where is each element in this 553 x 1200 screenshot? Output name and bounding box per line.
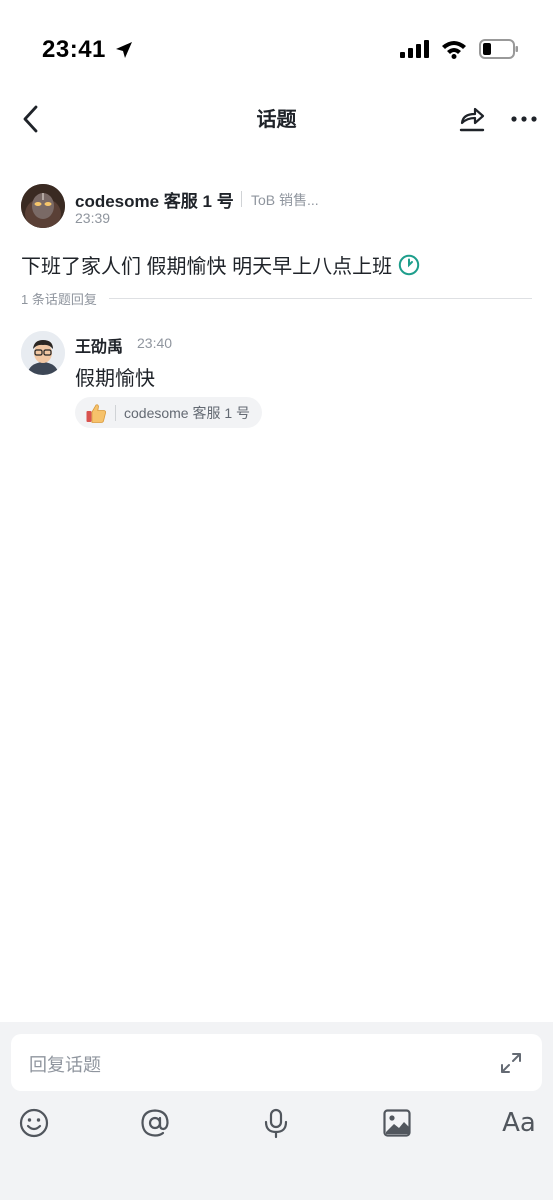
reply-timestamp: 23:40	[137, 335, 173, 351]
avatar-image	[21, 331, 65, 375]
expand-icon[interactable]	[498, 1050, 524, 1076]
emoji-button[interactable]	[17, 1106, 51, 1140]
reaction-user: codesome 客服 1 号	[124, 404, 251, 421]
emoji-icon	[19, 1108, 49, 1138]
image-icon	[383, 1109, 411, 1137]
image-button[interactable]	[380, 1106, 414, 1140]
share-icon[interactable]	[457, 103, 487, 135]
mention-button[interactable]	[138, 1106, 172, 1140]
reaction-chip[interactable]: codesome 客服 1 号	[75, 397, 263, 428]
reply-input-placeholder: 回复话题	[29, 1055, 101, 1075]
wifi-icon	[442, 41, 466, 59]
divider-line	[108, 297, 532, 299]
status-bar: 23:41	[0, 0, 553, 100]
post-timestamp: 23:39	[75, 210, 111, 226]
post-author-name[interactable]: codesome 客服 1 号	[75, 187, 234, 212]
reply-author-name[interactable]: 王劭禹	[75, 333, 123, 357]
cellular-signal-icon	[400, 40, 429, 58]
microphone-icon	[264, 1108, 288, 1139]
composer-toolbar: Aa	[0, 1106, 553, 1140]
status-indicators	[399, 38, 519, 60]
reply-author-avatar[interactable]	[21, 331, 65, 375]
reply-count-divider: 1 条话题回复	[21, 289, 532, 307]
location-arrow-icon	[115, 42, 132, 58]
reply-input[interactable]: 回复话题	[11, 1034, 542, 1091]
status-time: 23:41	[42, 36, 134, 64]
divider	[115, 404, 116, 421]
divider	[241, 191, 242, 207]
reply-content: 假期愉快	[75, 368, 155, 390]
clock-icon[interactable]	[398, 254, 420, 276]
reply-composer: 回复话题 Aa	[0, 1022, 553, 1200]
more-options-icon[interactable]	[510, 109, 538, 129]
avatar-image	[21, 184, 65, 228]
text-format-button[interactable]: Aa	[502, 1106, 536, 1140]
post-content-text: 下班了家人们 假期愉快 明天早上八点上班	[21, 256, 393, 278]
voice-button[interactable]	[259, 1106, 293, 1140]
thumbs-up-icon	[86, 403, 106, 423]
post-content: 下班了家人们 假期愉快 明天早上八点上班	[21, 250, 420, 279]
post-author-department: ToB 销售...	[251, 192, 319, 208]
battery-icon	[479, 39, 518, 59]
mention-icon	[141, 1109, 169, 1137]
post-author-avatar[interactable]	[21, 184, 65, 228]
reply-count: 1 条话题回复	[21, 291, 97, 307]
status-time-text: 23:41	[42, 36, 106, 63]
text-format-icon: Aa	[502, 1108, 536, 1138]
navigation-bar: 话题	[0, 95, 553, 145]
